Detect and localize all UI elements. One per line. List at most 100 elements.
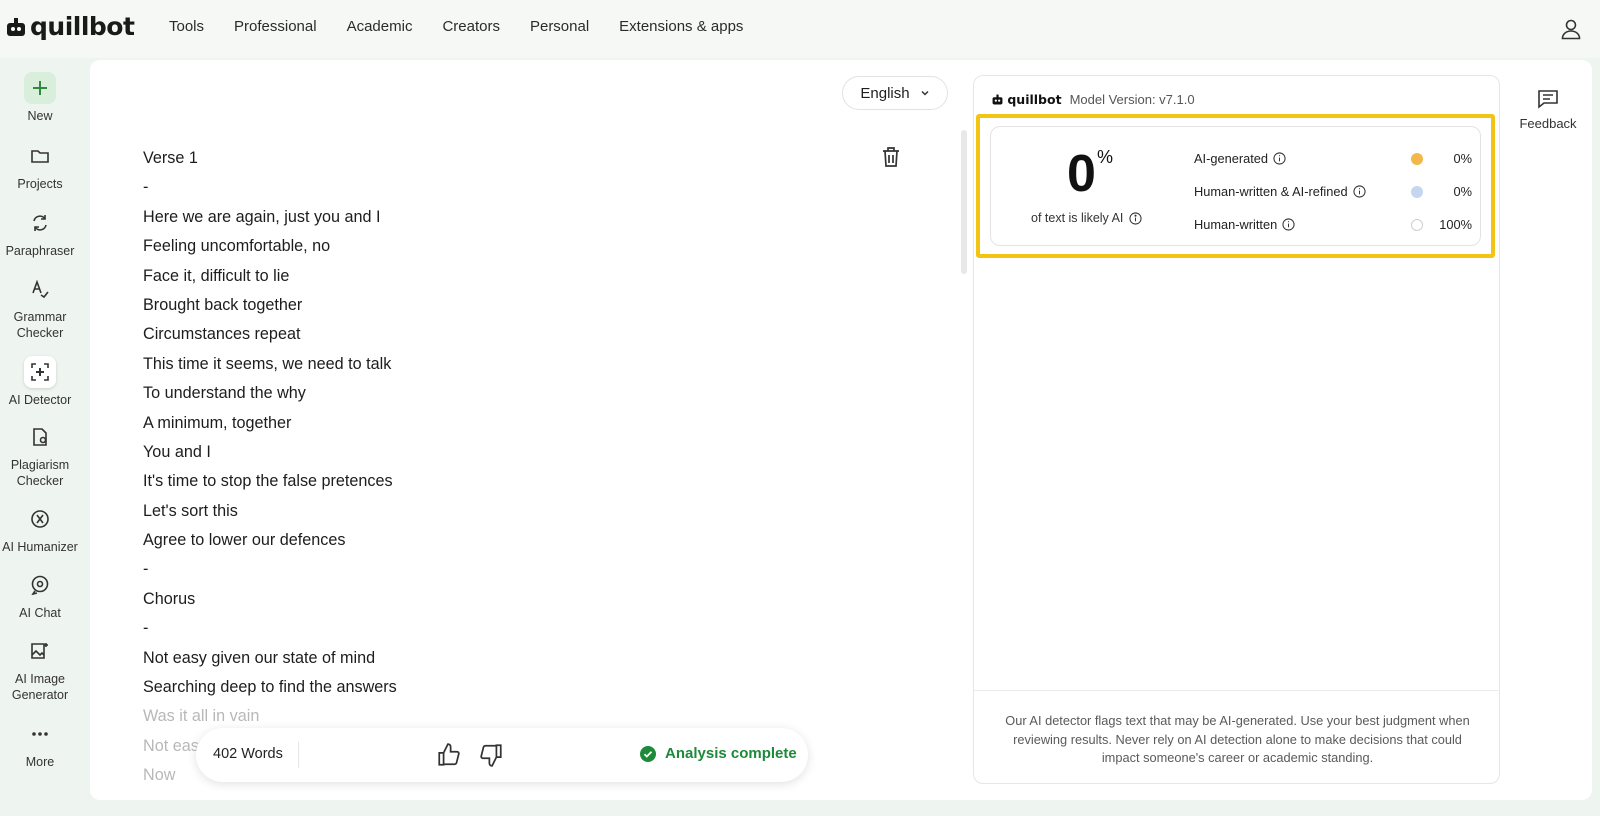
language-value: English [860,84,910,102]
editor-line: To understand the why [143,384,306,403]
more-icon [24,718,56,750]
sidebar-item-plagiarism-checker[interactable]: Plagiarism Checker [0,421,80,489]
ai-detector-disclaimer: Our AI detector flags text that may be A… [1005,713,1470,765]
info-icon[interactable] [1353,185,1366,198]
score-row-value: 100% [1439,217,1472,232]
brand-name: quillbot [30,12,135,41]
sidebar-item-more[interactable]: More [0,718,80,770]
nav-extensions-apps[interactable]: Extensions & apps [619,18,743,35]
results-header: quillbot Model Version: v7.1.0 [992,92,1195,107]
score-row-value: 0% [1453,184,1473,199]
score-row-label: Human-written [1194,217,1278,232]
sidebar-item-label: More [25,755,55,769]
editor-line: Brought back together [143,295,303,314]
editor-line: It's time to stop the false pretences [143,472,393,491]
trash-icon[interactable] [881,146,901,168]
editor-line: This time it seems, we need to talk [143,354,392,373]
editor-line: Searching deep to find the answers [143,678,397,697]
score-row-legend-dot [1411,219,1423,231]
divider [298,742,299,768]
sidebar-item-label: Projects [17,177,63,191]
score-row: Human-written 100% [1194,217,1472,250]
ai-score-unit: % [1097,147,1114,167]
ai-score-value: 0 [1067,145,1096,203]
score-row-legend-dot [1411,153,1423,165]
sidebar-item-projects[interactable]: Projects [0,140,80,192]
feedback-icon [1538,90,1558,109]
nav-academic[interactable]: Academic [347,18,413,35]
editor-line: Chorus [143,589,196,608]
nav-creators[interactable]: Creators [442,18,500,35]
score-row-legend-dot [1411,186,1423,198]
analysis-status: Analysis complete [640,745,797,762]
divider [974,690,1499,691]
score-row: AI-generated 0% [1194,151,1472,184]
humanizer-icon [24,503,56,535]
results-brand: quillbot [1007,92,1062,107]
image-generator-icon [24,635,56,667]
feedback-label: Feedback [1519,116,1577,131]
chat-icon [24,569,56,601]
score-row-label: Human-written & AI-refined [1194,184,1348,199]
sidebar-item-grammar-checker[interactable]: Grammar Checker [0,273,80,341]
editor-line: You and I [143,442,211,461]
editor-line: A minimum, together [143,413,292,432]
sidebar-item-label: AI Chat [19,606,61,620]
editor-line: Feeling uncomfortable, no [143,237,331,256]
top-navigation: quillbot Tools Professional Academic Cre… [0,0,1600,58]
score-caption: of text is likely AI [1031,211,1142,225]
score-row-value: 0% [1453,151,1473,166]
score-breakdown: AI-generated 0% Human-written & AI-refined… [1194,151,1472,250]
check-circle-icon [640,745,656,762]
quillbot-logo-icon [7,17,25,36]
editor-line: Circumstances repeat [143,325,301,344]
editor-line: Here we are again, just you and I [143,207,381,226]
quillbot-logo-icon [992,94,1003,105]
score-row: Human-written & AI-refined 0% [1194,184,1472,217]
editor-line: Verse 1 [143,149,198,167]
paraphraser-icon [24,207,56,239]
thumbs-down-icon[interactable] [478,742,504,768]
sidebar-item-label: New [27,109,53,123]
plagiarism-icon [24,421,56,453]
editor-scrollbar[interactable] [961,130,967,274]
editor-line: Face it, difficult to lie [143,266,290,285]
sidebar-item-ai-humanizer[interactable]: AI Humanizer [0,503,80,555]
feedback-button[interactable]: Feedback [1513,88,1583,131]
ai-detector-icon [24,356,56,388]
grammar-icon [24,273,56,305]
sidebar-item-label: AI Image Generator [11,672,69,702]
sidebar-item-ai-chat[interactable]: AI Chat [0,569,80,621]
sidebar-item-ai-detector[interactable]: AI Detector [0,356,80,408]
thumbs-up-icon[interactable] [436,742,462,768]
user-account-icon[interactable] [1560,18,1582,40]
main-nav: Tools Professional Academic Creators Per… [169,18,743,35]
editor-line: Not easy given our state of mind [143,648,376,667]
nav-tools[interactable]: Tools [169,18,204,35]
sidebar-item-label: Grammar Checker [13,310,67,340]
sidebar-item-label: Plagiarism Checker [10,458,70,488]
language-dropdown[interactable]: English [842,76,948,110]
nav-personal[interactable]: Personal [530,18,589,35]
sidebar-item-label: Paraphraser [5,244,75,258]
sidebar-item-ai-image-generator[interactable]: AI Image Generator [0,635,80,703]
sidebar-item-paraphraser[interactable]: Paraphraser [0,207,80,259]
nav-professional[interactable]: Professional [234,18,317,35]
sidebar-item-new[interactable]: New [0,72,80,124]
sidebar-item-label: AI Detector [8,393,72,407]
editor-line: - [143,178,149,197]
ai-score-card: 0 % of text is likely AI AI-generated 0% H… [990,126,1481,246]
info-icon[interactable] [1273,152,1286,165]
score-caption-text: of text is likely AI [1031,211,1124,225]
score-row-label: AI-generated [1194,151,1268,166]
editor-line: - [143,619,149,638]
text-editor[interactable]: Verse 1 - Here we are again, just you and … [143,144,803,780]
chevron-down-icon [921,90,929,96]
quillbot-logo[interactable]: quillbot [6,12,135,41]
results-panel: quillbot Model Version: v7.1.0 0 % of te… [973,75,1500,784]
info-icon[interactable] [1282,218,1295,231]
score-row-label-group: AI-generated [1194,151,1286,166]
sidebar-item-label: AI Humanizer [2,540,78,554]
info-icon[interactable] [1129,211,1142,225]
editor-line: Let's sort this [143,501,238,520]
